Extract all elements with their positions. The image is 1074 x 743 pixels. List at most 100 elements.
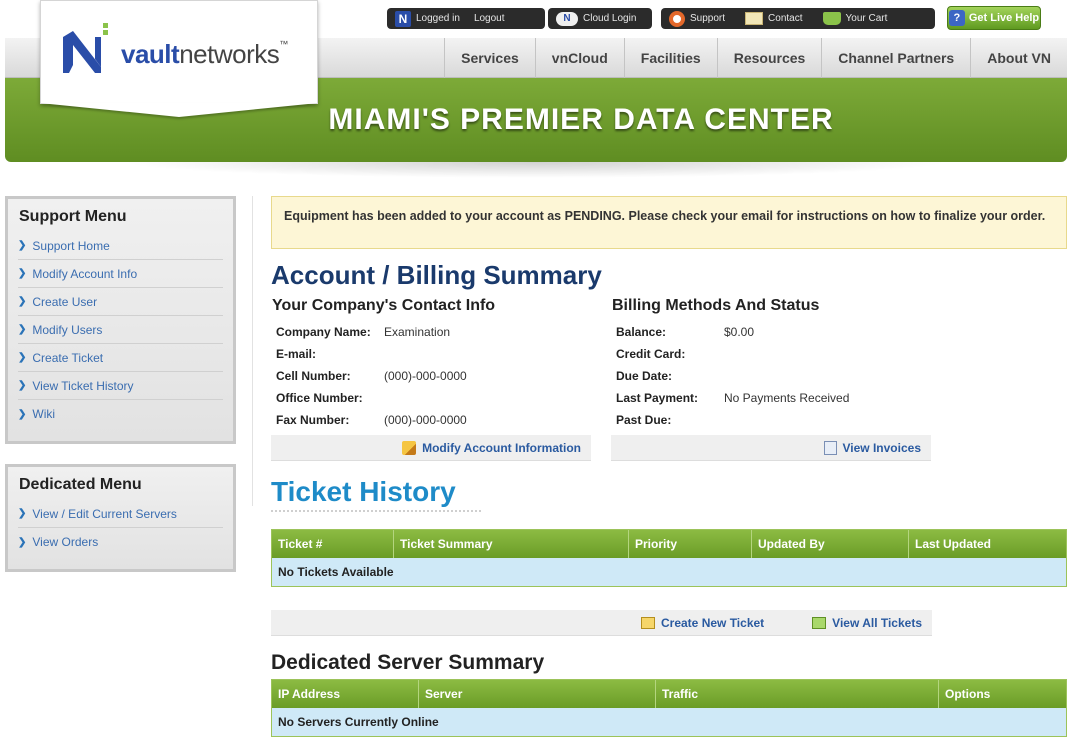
billing-key: Last Payment: bbox=[616, 391, 699, 405]
logged-in-label: Logged in bbox=[416, 13, 460, 24]
contact-row-cell: Cell Number: (000)-000-0000 bbox=[276, 365, 467, 387]
contact-key: Cell Number: bbox=[276, 369, 351, 383]
dedicated-menu: Dedicated Menu ❯ View / Edit Current Serv… bbox=[5, 464, 236, 572]
billing-key: Balance: bbox=[616, 325, 667, 339]
chevron-right-icon: ❯ bbox=[18, 380, 27, 391]
server-table: IP Address Server Traffic Options No Ser… bbox=[271, 679, 1067, 737]
new-ticket-icon bbox=[641, 616, 655, 629]
create-ticket-label: Create New Ticket bbox=[661, 615, 765, 630]
logo-wordmark: vaultnetworks™ bbox=[121, 39, 288, 70]
contact-value: (000)-000-0000 bbox=[384, 369, 467, 383]
sidebar-item-view-ticket-history[interactable]: ❯ View Ticket History bbox=[18, 372, 223, 400]
view-invoices-link[interactable]: View Invoices bbox=[843, 441, 922, 455]
sidebar-item-create-ticket[interactable]: ❯ Create Ticket bbox=[18, 344, 223, 372]
col-traffic[interactable]: Traffic bbox=[656, 680, 939, 708]
logged-in-link[interactable]: N Logged in bbox=[395, 10, 460, 27]
sidebar-item-wiki[interactable]: ❯ Wiki bbox=[18, 400, 223, 428]
support-menu-title: Support Menu bbox=[19, 208, 127, 225]
sidebar-item-modify-users[interactable]: ❯ Modify Users bbox=[18, 316, 223, 344]
sidebar-item-label: Modify Users bbox=[32, 322, 103, 337]
contact-key: Office Number: bbox=[276, 391, 363, 405]
contact-row-company: Company Name: Examination bbox=[276, 321, 467, 343]
sidebar-item-view-orders[interactable]: ❯ View Orders bbox=[18, 528, 223, 556]
chevron-right-icon: ❯ bbox=[18, 352, 27, 363]
view-invoices-bar: View Invoices bbox=[611, 435, 931, 461]
billing-heading: Billing Methods And Status bbox=[612, 297, 820, 314]
contact-row-office: Office Number: bbox=[276, 387, 467, 409]
contact-key: Fax Number: bbox=[276, 413, 350, 427]
billing-key: Past Due: bbox=[616, 413, 672, 427]
create-ticket-button[interactable]: Create New Ticket bbox=[641, 616, 764, 630]
live-help-button[interactable]: ? Get Live Help bbox=[947, 6, 1041, 30]
sidebar-item-label: View Orders bbox=[32, 535, 99, 549]
col-server[interactable]: Server bbox=[419, 680, 656, 708]
cloud-login-link[interactable]: N Cloud Login bbox=[556, 11, 636, 26]
account-util-group: N Logged in Logout bbox=[387, 8, 545, 29]
billing-row-credit-card: Credit Card: bbox=[616, 343, 849, 365]
sidebar-item-support-home[interactable]: ❯ Support Home bbox=[18, 232, 223, 260]
banner-title: MIAMI'S PREMIER DATA CENTER bbox=[328, 103, 834, 136]
modify-account-link[interactable]: Modify Account Information bbox=[422, 441, 581, 455]
sidebar-item-label: Support Home bbox=[32, 238, 110, 253]
logout-link[interactable]: Logout bbox=[474, 13, 505, 24]
col-ticket-number[interactable]: Ticket # bbox=[272, 530, 394, 558]
invoice-icon bbox=[823, 440, 837, 455]
col-updated-by[interactable]: Updated By bbox=[752, 530, 909, 558]
col-priority[interactable]: Priority bbox=[629, 530, 752, 558]
logo-suffix: networks bbox=[179, 39, 280, 69]
chevron-right-icon: ❯ bbox=[18, 268, 27, 279]
cart-label: Your Cart bbox=[845, 13, 888, 24]
billing-row-balance: Balance: $0.00 bbox=[616, 321, 849, 343]
contact-info-table: Company Name: Examination E-mail: Cell Nu… bbox=[276, 321, 467, 431]
contact-label: Contact bbox=[768, 13, 803, 24]
vault-networks-logo-icon bbox=[63, 23, 108, 73]
contact-value: (000)-000-0000 bbox=[384, 413, 467, 427]
lifebuoy-icon bbox=[669, 10, 685, 27]
billing-row-past-due: Past Due: bbox=[616, 409, 849, 431]
support-util-group: Support Contact Your Cart bbox=[661, 8, 935, 29]
chevron-right-icon: ❯ bbox=[18, 296, 27, 307]
sidebar-item-view-edit-servers[interactable]: ❯ View / Edit Current Servers bbox=[18, 500, 223, 528]
contact-key: Company Name: bbox=[276, 325, 371, 339]
contact-key: E-mail: bbox=[276, 347, 317, 361]
view-all-tickets-button[interactable]: View All Tickets bbox=[812, 616, 922, 630]
nav-services[interactable]: Services bbox=[444, 38, 535, 78]
view-tickets-icon bbox=[812, 616, 827, 629]
contact-row-fax: Fax Number: (000)-000-0000 bbox=[276, 409, 467, 431]
chevron-right-icon: ❯ bbox=[18, 324, 27, 335]
cloud-util-group: N Cloud Login bbox=[548, 8, 652, 29]
nav-channel-partners[interactable]: Channel Partners bbox=[821, 38, 970, 78]
envelope-icon bbox=[745, 12, 764, 25]
sidebar-item-label: Wiki bbox=[32, 407, 56, 421]
contact-link[interactable]: Contact bbox=[745, 12, 803, 25]
nav-resources[interactable]: Resources bbox=[716, 38, 822, 78]
sidebar-item-modify-account-info[interactable]: ❯ Modify Account Info bbox=[18, 260, 223, 288]
logo-tip bbox=[40, 103, 318, 117]
billing-key: Due Date: bbox=[616, 369, 673, 383]
page: N Logged in Logout N Cloud Login Support… bbox=[0, 0, 1074, 743]
nav-vncloud[interactable]: vnCloud bbox=[534, 38, 624, 78]
billing-row-due-date: Due Date: bbox=[616, 365, 849, 387]
billing-row-last-payment: Last Payment: No Payments Received bbox=[616, 387, 849, 409]
dedicated-menu-title: Dedicated Menu bbox=[19, 476, 142, 493]
billing-key: Credit Card: bbox=[616, 347, 686, 361]
sidebar-item-label: View / Edit Current Servers bbox=[32, 506, 177, 521]
dedicated-summary-heading: Dedicated Server Summary bbox=[271, 651, 545, 674]
billing-value: $0.00 bbox=[724, 325, 755, 339]
col-last-updated[interactable]: Last Updated bbox=[909, 530, 1066, 558]
pending-alert: Equipment has been added to your account… bbox=[271, 196, 1067, 249]
question-icon: ? bbox=[948, 10, 965, 26]
nav-about-vn[interactable]: About VN bbox=[970, 38, 1067, 78]
logo[interactable]: vaultnetworks™ bbox=[40, 0, 318, 104]
banner-shadow bbox=[120, 162, 950, 178]
live-help-label: Get Live Help bbox=[968, 12, 1040, 24]
col-ip-address[interactable]: IP Address bbox=[272, 680, 419, 708]
col-ticket-summary[interactable]: Ticket Summary bbox=[394, 530, 629, 558]
cart-link[interactable]: Your Cart bbox=[822, 12, 888, 25]
sidebar-item-create-user[interactable]: ❯ Create User bbox=[18, 288, 223, 316]
col-options[interactable]: Options bbox=[939, 680, 1066, 708]
chevron-right-icon: ❯ bbox=[18, 408, 27, 420]
nav-facilities[interactable]: Facilities bbox=[623, 38, 717, 78]
support-link[interactable]: Support bbox=[669, 10, 725, 27]
contact-value: Examination bbox=[384, 325, 451, 339]
